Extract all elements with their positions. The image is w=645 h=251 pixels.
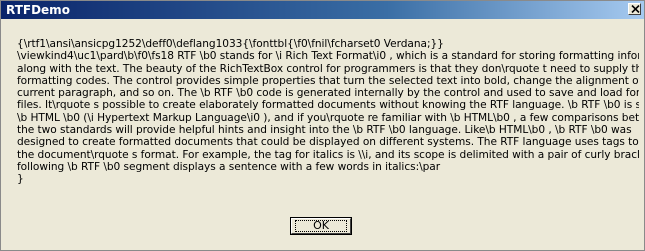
rtf-source-text: {\rtf1\ansi\ansicpg1252\deff0\deflang103…	[17, 38, 639, 198]
rtf-text-line: along with the text. The beauty of the R…	[17, 62, 639, 75]
rtf-text-line: following \b RTF \b0 segment displays a …	[17, 160, 441, 173]
close-button[interactable]	[628, 3, 641, 15]
rtf-text-line: }	[17, 173, 24, 186]
rtf-text-line: the document\rquote s format. For exampl…	[17, 148, 639, 161]
rtf-text-line: formatting codes. The control provides s…	[17, 74, 639, 87]
ok-button-label: OK	[313, 219, 329, 232]
close-icon	[631, 5, 640, 13]
rtf-text-line: \b HTML \b0 (\i Hypertext Markup Languag…	[17, 111, 639, 124]
rtf-text-line: current paragraph, and so on. The \b RTF…	[17, 87, 639, 100]
title-bar[interactable]: RTFDemo	[1, 1, 644, 19]
rtf-text-line: {\rtf1\ansi\ansicpg1252\deff0\deflang103…	[17, 38, 444, 50]
rtf-text-line: designed to create formatted documents t…	[17, 136, 639, 149]
rtfdemo-dialog: RTFDemo {\rtf1\ansi\ansicpg1252\deff0\de…	[0, 0, 645, 251]
ok-button[interactable]: OK	[290, 217, 352, 235]
rtf-text-line: \viewkind4\uc1\pard\b\f0\fs18 RTF \b0 st…	[17, 50, 639, 63]
window-title: RTFDemo	[6, 3, 70, 17]
rtf-text-line: files. It\rquote s possible to create el…	[17, 99, 639, 112]
rtf-text-line: the two standards will provide helpful h…	[17, 124, 632, 137]
